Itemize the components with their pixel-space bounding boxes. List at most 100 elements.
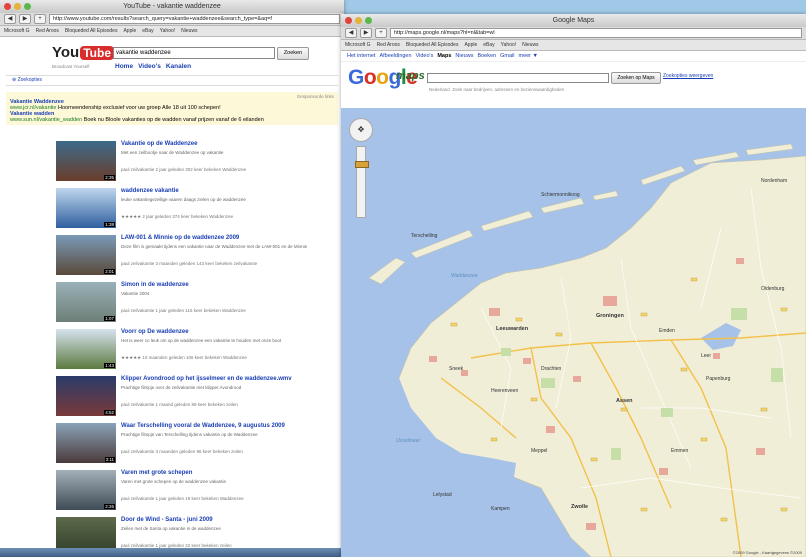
bookmark-item[interactable]: eBay bbox=[142, 26, 153, 36]
video-title[interactable]: Simon in de waddenzee bbox=[121, 282, 189, 288]
bookmark-item[interactable]: Nieuws bbox=[181, 26, 197, 36]
video-result[interactable]: 1:38 waddenzee vakantie leuke vakantiegeze… bbox=[0, 187, 344, 234]
maps-tagline: Nederland Zoek naar bedrijven, adressen … bbox=[429, 87, 564, 92]
video-results-list: 2:35 Vakantie op de Waddenzee Met een zeil… bbox=[0, 140, 344, 557]
bookmark-item[interactable]: Apple bbox=[464, 40, 477, 50]
nav-videos[interactable]: Video's bbox=[138, 63, 161, 70]
video-title[interactable]: Voorr op De waddenzee bbox=[121, 329, 189, 335]
search-options-toggle[interactable]: ⊕ Zoekopties bbox=[6, 75, 338, 86]
bookmark-item[interactable]: eBay bbox=[483, 40, 494, 50]
video-thumbnail[interactable]: 4:52 bbox=[56, 376, 116, 416]
zoom-window-button[interactable] bbox=[24, 3, 31, 10]
maps-country-label: Nederland bbox=[429, 87, 450, 92]
bookmark-item[interactable]: Microsoft G bbox=[345, 40, 371, 50]
bookmark-item[interactable]: Microsoft G bbox=[4, 26, 30, 36]
nav-home[interactable]: Home bbox=[115, 63, 133, 70]
video-thumbnail[interactable]: 1:07 bbox=[56, 282, 116, 322]
minimize-window-button[interactable] bbox=[355, 17, 362, 24]
video-thumbnail[interactable]: 2:26 bbox=[56, 470, 116, 510]
promo-item[interactable]: Vakantie Waddenzee www.jcr.nl/vakantie H… bbox=[10, 99, 334, 111]
bookmark-item[interactable]: Bloqueded All Episodes bbox=[406, 40, 459, 50]
video-result[interactable]: 2:26 Varen met grote schepen Varen met gro… bbox=[0, 469, 344, 516]
video-result[interactable]: 2:01 LAW-001 & Minnie op de waddenzee 200… bbox=[0, 234, 344, 281]
video-meta: paul zeilvakantie 1 jaar geleden 116 kee… bbox=[121, 308, 246, 313]
video-meta: paul zeilvakantie 3 maanden geleden 143 … bbox=[121, 261, 258, 266]
zoom-window-button[interactable] bbox=[365, 17, 372, 24]
bookmark-item[interactable]: Bloqueded All Episodes bbox=[65, 26, 118, 36]
video-thumbnail[interactable]: 1:38 bbox=[56, 188, 116, 228]
youtube-address-bar[interactable]: http://www.youtube.com/results?search_qu… bbox=[49, 14, 340, 24]
map-place-label: Sneek bbox=[449, 366, 464, 372]
zoom-slider[interactable] bbox=[355, 146, 369, 218]
service-link-videos[interactable]: Video's bbox=[416, 51, 434, 61]
video-meta: paul zeilvakantie 2 jaar geleden 302 kee… bbox=[121, 167, 247, 172]
video-result[interactable]: 3:11 Waar Terschelling vooral de Waddenze… bbox=[0, 422, 344, 469]
youtube-logo[interactable]: You Tube bbox=[52, 44, 114, 61]
pan-control[interactable]: ✥ bbox=[349, 118, 373, 142]
promo-item[interactable]: Vakantie wadden www.sun.nl/vakantie_wadd… bbox=[10, 111, 334, 123]
minimize-window-button[interactable] bbox=[14, 3, 21, 10]
video-thumbnail[interactable]: 3:11 bbox=[56, 423, 116, 463]
youtube-search-input[interactable]: vakantie waddenzee bbox=[113, 47, 275, 59]
video-title[interactable]: LAW-001 & Minnie op de waddenzee 2009 bbox=[121, 235, 239, 241]
map-place-label: Kampen bbox=[491, 506, 510, 512]
zoom-slider-handle[interactable] bbox=[355, 161, 369, 168]
back-arrow-icon[interactable]: ◀ bbox=[4, 14, 16, 24]
video-result[interactable]: 2:35 Vakantie op de Waddenzee Met een zeil… bbox=[0, 140, 344, 187]
video-title[interactable]: Klipper Avondrood op het ijsselmeer en d… bbox=[121, 376, 292, 382]
service-link-gmail[interactable]: Gmail bbox=[500, 51, 514, 61]
forward-arrow-icon[interactable]: ▶ bbox=[19, 14, 31, 24]
maps-search-button[interactable]: Zoeken op Maps bbox=[611, 72, 661, 84]
close-window-button[interactable] bbox=[345, 17, 352, 24]
video-meta: ★★★★★ 10 maanden geleden 106 keer bekeke… bbox=[121, 355, 247, 360]
map-copyright: ©2009 Google - Kaartgegevens ©2009 bbox=[732, 550, 802, 555]
add-bookmark-icon[interactable]: + bbox=[34, 14, 46, 24]
maps-toolbar: ◀ ▶ + http://maps.google.nl/maps?hl=nl&t… bbox=[341, 27, 806, 40]
bookmark-item[interactable]: Yahoo! bbox=[160, 26, 175, 36]
map-canvas[interactable]: ✥ Terschelling Schiermonnikoog Waddenzee Le… bbox=[341, 108, 806, 557]
bookmark-item[interactable]: Red Aroos bbox=[36, 26, 59, 36]
map-place-label: Drachten bbox=[541, 366, 562, 372]
forward-arrow-icon[interactable]: ▶ bbox=[360, 28, 372, 38]
bookmark-item[interactable]: Yahoo! bbox=[501, 40, 516, 50]
close-window-button[interactable] bbox=[4, 3, 11, 10]
video-title[interactable]: waddenzee vakantie bbox=[121, 188, 179, 194]
back-arrow-icon[interactable]: ◀ bbox=[345, 28, 357, 38]
service-link-web[interactable]: Het internet bbox=[347, 51, 375, 61]
video-title[interactable]: Door de Wind - Santa - juni 2009 bbox=[121, 517, 213, 523]
video-duration: 1:07 bbox=[104, 316, 115, 321]
video-title[interactable]: Waar Terschelling vooral de Waddenzee, 9… bbox=[121, 423, 285, 429]
add-bookmark-icon[interactable]: + bbox=[375, 28, 387, 38]
service-link-books[interactable]: Boeken bbox=[477, 51, 496, 61]
youtube-header: You Tube Broadcast Yourself vakantie wad… bbox=[0, 37, 344, 75]
bookmark-item[interactable]: Red Aroos bbox=[377, 40, 400, 50]
bookmark-item[interactable]: Apple bbox=[123, 26, 136, 36]
service-link-images[interactable]: Afbeeldingen bbox=[379, 51, 411, 61]
video-thumbnail[interactable]: 2:35 bbox=[56, 141, 116, 181]
bookmark-item[interactable]: Nieuws bbox=[522, 40, 538, 50]
video-title[interactable]: Varen met grote schepen bbox=[121, 470, 192, 476]
video-result[interactable]: 4:52 Klipper Avondrood op het ijsselmeer … bbox=[0, 375, 344, 422]
service-link-maps[interactable]: Maps bbox=[437, 51, 451, 61]
promo-url: www.sun.nl/vakantie_wadden bbox=[10, 117, 83, 123]
video-duration: 2:01 bbox=[104, 269, 115, 274]
maps-address-bar[interactable]: http://maps.google.nl/maps?hl=nl&tab=wl bbox=[390, 28, 802, 38]
nav-channels[interactable]: Kanalen bbox=[166, 63, 191, 70]
youtube-toolbar: ◀ ▶ + http://www.youtube.com/results?sea… bbox=[0, 13, 344, 26]
youtube-search-button[interactable]: Zoeken bbox=[277, 47, 309, 60]
video-title[interactable]: Vakantie op de Waddenzee bbox=[121, 141, 197, 147]
video-description: Prachtige filmpje van Terschelling tijde… bbox=[121, 432, 258, 437]
video-thumbnail[interactable]: 1:43 bbox=[56, 329, 116, 369]
youtube-titlebar: YouTube - vakantie waddenzee bbox=[0, 0, 344, 13]
service-link-more[interactable]: meer ▼ bbox=[518, 51, 538, 61]
video-result[interactable]: 1:07 Simon in de waddenzee Vakantie 2004 pa… bbox=[0, 281, 344, 328]
video-duration: 1:43 bbox=[104, 363, 115, 368]
service-link-news[interactable]: Nieuws bbox=[455, 51, 473, 61]
map-place-label: IJsselmeer bbox=[396, 438, 421, 444]
video-thumbnail[interactable]: 2:01 bbox=[56, 235, 116, 275]
search-options-link[interactable]: Zoekopties weergeven bbox=[663, 73, 713, 79]
video-result[interactable]: 1:43 Voorr op De waddenzee Het is weer zo … bbox=[0, 328, 344, 375]
promo-text: Boek nu Bloole vakanties op de wadden va… bbox=[83, 117, 264, 123]
maps-search-input[interactable] bbox=[427, 73, 609, 83]
video-meta: paul zeilvakantie 1 maand geleden 89 kee… bbox=[121, 402, 238, 407]
